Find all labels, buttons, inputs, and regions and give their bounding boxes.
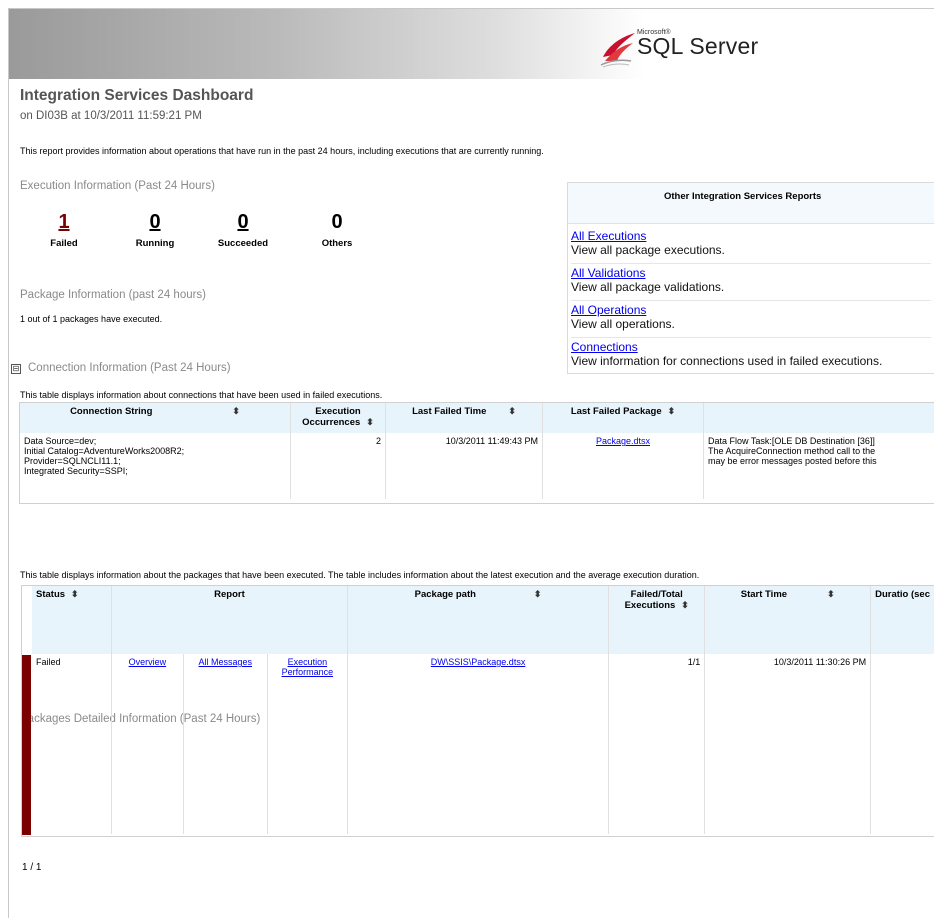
all-operations-link[interactable]: All Operations — [571, 303, 931, 317]
connection-info-description: This table displays information about co… — [20, 390, 382, 400]
connection-table-header-row: Connection String⬍ Execution Occurrences… — [20, 403, 934, 433]
col-connection-string[interactable]: Connection String⬍ — [20, 403, 291, 433]
report-item-all-operations: All Operations View all operations. — [571, 301, 931, 338]
other-reports-title: Other Integration Services Reports — [664, 191, 821, 202]
page-subtitle: on DI03B at 10/3/2011 11:59:21 PM — [20, 110, 202, 122]
col-start-time[interactable]: Start Time⬍ — [705, 586, 871, 654]
package-path-link[interactable]: DW\SSIS\Package.dtsx — [431, 657, 526, 667]
duration-cell — [871, 654, 934, 834]
stat-succeeded[interactable]: 0 Succeeded — [208, 211, 278, 249]
overview-link[interactable]: Overview — [129, 657, 167, 667]
sort-icon[interactable]: ⬍ — [71, 589, 79, 599]
last-failed-package-cell: Package.dtsx — [543, 433, 704, 499]
all-validations-link[interactable]: All Validations — [571, 266, 931, 280]
page-title: Integration Services Dashboard — [20, 87, 253, 105]
other-reports-panel: Other Integration Services Reports All E… — [567, 182, 934, 374]
col-duration: Duratio (sec — [871, 586, 934, 654]
col-message — [704, 403, 934, 433]
occurrences-cell: 2 — [291, 433, 386, 499]
stat-succeeded-label: Succeeded — [208, 238, 278, 249]
stat-others: 0 Others — [312, 211, 362, 249]
report-item-connections: Connections View information for connect… — [571, 338, 931, 374]
execution-performance-link[interactable]: Execution Performance — [282, 657, 334, 677]
connections-desc: View information for connections used in… — [571, 354, 931, 368]
sort-icon[interactable]: ⬍ — [668, 406, 676, 416]
col-report: Report — [111, 586, 347, 654]
packages-table-header-row: Status⬍ Report Package path⬍ Failed/Tota… — [32, 586, 934, 654]
connection-string-cell: Data Source=dev; Initial Catalog=Adventu… — [20, 433, 291, 499]
failed-total-cell: 1/1 — [609, 654, 705, 834]
all-validations-desc: View all package validations. — [571, 280, 931, 294]
col-status[interactable]: Status⬍ — [32, 586, 111, 654]
stat-failed[interactable]: 1 Failed — [42, 211, 86, 249]
execution-info-heading: Execution Information (Past 24 Hours) — [20, 180, 215, 192]
package-info-heading: Package Information (past 24 hours) — [20, 289, 206, 301]
table-row: Data Source=dev; Initial Catalog=Adventu… — [20, 433, 934, 499]
report-item-all-validations: All Validations View all package validat… — [571, 264, 931, 301]
status-cell: Failed — [32, 654, 111, 834]
failed-status-indicator — [22, 655, 31, 835]
stat-failed-label: Failed — [42, 238, 86, 249]
sort-icon[interactable]: ⬍ — [827, 589, 835, 599]
sql-server-label: SQL Server — [637, 33, 758, 60]
package-path-cell: DW\SSIS\Package.dtsx — [347, 654, 608, 834]
sort-icon[interactable]: ⬍ — [366, 417, 374, 427]
stat-running[interactable]: 0 Running — [125, 211, 185, 249]
package-info-text: 1 out of 1 packages have executed. — [20, 314, 162, 324]
stat-others-value: 0 — [312, 211, 362, 234]
packages-table: Status⬍ Report Package path⬍ Failed/Tota… — [32, 586, 934, 834]
all-messages-link[interactable]: All Messages — [198, 657, 252, 667]
col-package-path[interactable]: Package path⬍ — [347, 586, 608, 654]
page-indicator: 1 / 1 — [22, 862, 41, 873]
stat-running-value[interactable]: 0 — [125, 211, 185, 234]
sort-icon[interactable]: ⬍ — [681, 600, 689, 610]
packages-detailed-description: This table displays information about th… — [20, 570, 699, 580]
last-failed-time-cell: 10/3/2011 11:49:43 PM — [386, 433, 543, 499]
all-executions-link[interactable]: All Executions — [571, 229, 931, 243]
last-failed-package-link[interactable]: Package.dtsx — [596, 436, 650, 446]
connections-link[interactable]: Connections — [571, 340, 931, 354]
report-item-all-executions: All Executions View all package executio… — [571, 227, 931, 264]
table-row: Failed Overview All Messages Execution P… — [32, 654, 934, 834]
sort-icon[interactable]: ⬍ — [232, 406, 240, 416]
report-banner: Microsoft® SQL Server — [9, 9, 757, 79]
connection-info-heading: Connection Information (Past 24 Hours) — [28, 362, 231, 374]
sort-icon[interactable]: ⬍ — [508, 406, 516, 416]
stat-running-label: Running — [125, 238, 185, 249]
connection-table: Connection String⬍ Execution Occurrences… — [20, 403, 934, 499]
overview-cell: Overview — [111, 654, 183, 834]
all-executions-desc: View all package executions. — [571, 243, 931, 257]
report-description: This report provides information about o… — [20, 146, 544, 156]
stat-failed-value[interactable]: 1 — [42, 211, 86, 234]
col-execution-occurrences[interactable]: Execution Occurrences⬍ — [291, 403, 386, 433]
stat-succeeded-value[interactable]: 0 — [208, 211, 278, 234]
execution-performance-cell: Execution Performance — [267, 654, 347, 834]
sql-server-logo: Microsoft® SQL Server — [599, 25, 769, 75]
collapse-toggle-icon[interactable]: ⊟ — [11, 364, 21, 374]
all-messages-cell: All Messages — [183, 654, 267, 834]
other-reports-header: Other Integration Services Reports — [568, 183, 934, 224]
col-last-failed-package[interactable]: Last Failed Package⬍ — [543, 403, 704, 433]
sort-icon[interactable]: ⬍ — [534, 589, 542, 599]
start-time-cell: 10/3/2011 11:30:26 PM — [705, 654, 871, 834]
stat-others-label: Others — [312, 238, 362, 249]
sql-server-logo-icon — [599, 27, 639, 69]
message-cell: Data Flow Task:[OLE DB Destination [36]]… — [704, 433, 934, 499]
all-operations-desc: View all operations. — [571, 317, 931, 331]
col-last-failed-time[interactable]: Last Failed Time⬍ — [386, 403, 543, 433]
col-failed-total[interactable]: Failed/Total Executions⬍ — [609, 586, 705, 654]
